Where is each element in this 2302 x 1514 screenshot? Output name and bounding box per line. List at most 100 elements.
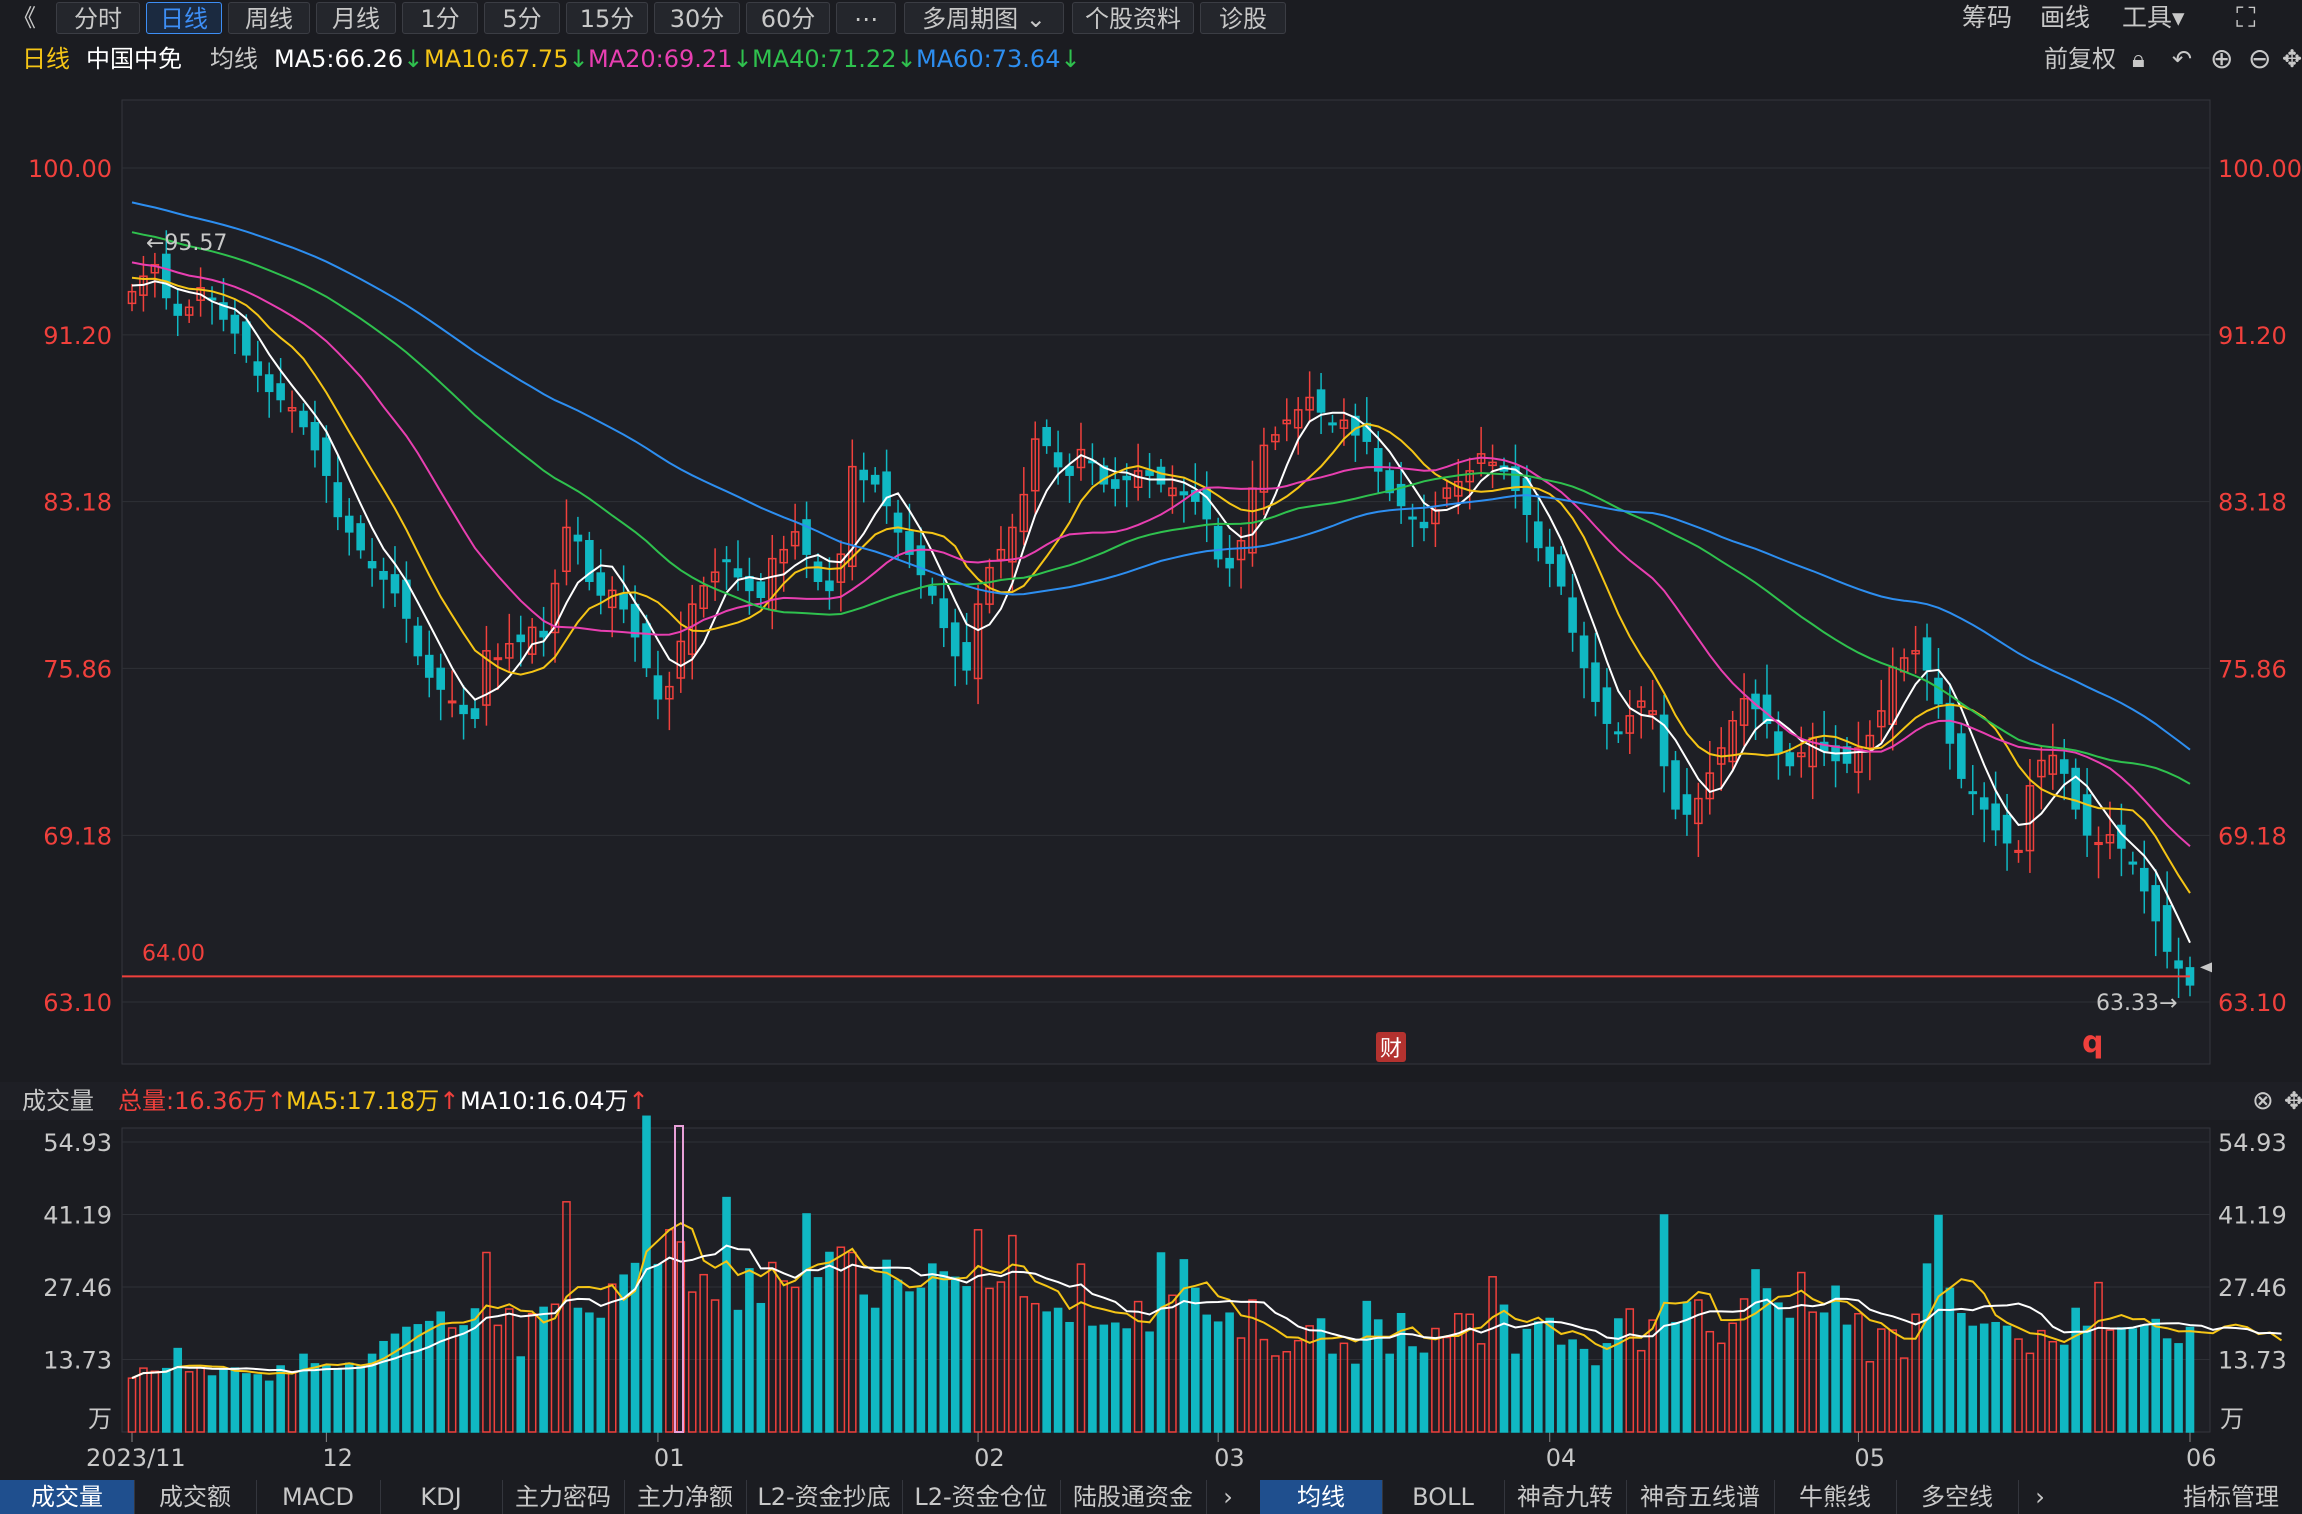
candle-body (1213, 525, 1223, 560)
candle-body (1556, 554, 1566, 587)
volume-bar (1556, 1344, 1566, 1433)
candle-body (2071, 767, 2080, 810)
candle-body (1316, 389, 1326, 413)
candle-body (539, 630, 548, 638)
candle-body (424, 654, 434, 678)
volume-bar (1934, 1214, 1943, 1433)
tab-macd[interactable]: MACD (256, 1480, 381, 1514)
volume-bar (2071, 1307, 2080, 1433)
tab-long-short[interactable]: 多空线 (1896, 1480, 2019, 1514)
volume-bar (253, 1374, 263, 1433)
candle-body (1225, 557, 1234, 569)
candle-body (653, 675, 663, 700)
candle-body (813, 561, 823, 583)
volume-bar (242, 1373, 251, 1433)
tab-td9[interactable]: 神奇九转 (1504, 1480, 1627, 1514)
volume-bar (1316, 1318, 1326, 1433)
volume-bar (299, 1353, 308, 1433)
candle-body (2162, 905, 2172, 952)
candle-body (299, 410, 308, 428)
tab-kdj[interactable]: KDJ (380, 1480, 503, 1514)
volume-bar (653, 1263, 663, 1433)
volume-bar (219, 1369, 228, 1433)
tab-bull-bear[interactable]: 牛熊线 (1774, 1480, 1897, 1514)
volume-bar (870, 1307, 880, 1433)
volume-bar (1156, 1252, 1166, 1433)
q-marker[interactable]: q (2082, 1025, 2103, 1060)
volume-bar (1602, 1343, 1612, 1433)
volume-bar (802, 1213, 811, 1433)
volume-bar (1202, 1314, 1212, 1433)
candle-body (1774, 731, 1783, 754)
price-tick-right: 69.18 (2218, 822, 2287, 850)
candle-body (1156, 466, 1166, 485)
candle-body (264, 374, 274, 393)
x-axis-label: 03 (1214, 1444, 1245, 1472)
volume-bar (2128, 1328, 2138, 1433)
tabs-next2-icon[interactable]: › (2018, 1480, 2062, 1514)
tab-main-net[interactable]: 主力净额 (624, 1480, 747, 1514)
tab-volume[interactable]: 成交量 (0, 1480, 135, 1514)
candle-body (2139, 867, 2149, 892)
candle-body (253, 361, 263, 376)
tab-ma[interactable]: 均线 (1260, 1480, 1383, 1514)
volume-bar (1145, 1331, 1154, 1433)
x-axis-label: 06 (2186, 1444, 2217, 1472)
candle-body (1945, 702, 1955, 744)
tab-5line[interactable]: 神奇五线谱 (1626, 1480, 1775, 1514)
low-price-label: 63.33→ (2096, 991, 2177, 1016)
volume-bar (733, 1309, 743, 1433)
volume-bar (1419, 1352, 1429, 1433)
candle-body (2082, 794, 2092, 836)
volume-tick-left: 13.73 (43, 1347, 112, 1375)
tab-l2-position[interactable]: L2-资金仓位 (902, 1480, 1061, 1514)
kline-chart[interactable]: 100.00 100.00 91.20 91.20 83.18 83.18 75.86 75.… (0, 0, 2302, 1514)
volume-bar (1671, 1321, 1680, 1433)
volume-bar (516, 1356, 526, 1433)
volume-bar (1362, 1300, 1372, 1433)
volume-bar (322, 1365, 331, 1433)
candle-body (1682, 794, 1692, 815)
volume-bar (356, 1364, 365, 1433)
tab-amount[interactable]: 成交额 (134, 1480, 257, 1514)
volume-bar (424, 1320, 434, 1433)
volume-bar (722, 1196, 731, 1433)
candle-body (1328, 422, 1337, 426)
candle-body (870, 474, 880, 485)
tab-boll[interactable]: BOLL (1382, 1480, 1505, 1514)
candle-body (493, 657, 503, 661)
volume-bar (1099, 1324, 1109, 1433)
price-tick-left: 69.18 (43, 822, 112, 850)
price-tick-left: 83.18 (43, 489, 112, 517)
price-tick-left: 75.86 (43, 655, 112, 683)
candle-body (1968, 791, 1978, 795)
volume-bar (2117, 1327, 2126, 1433)
tab-main-chips[interactable]: 主力密码 (502, 1480, 625, 1514)
candle-body (596, 572, 606, 596)
candle-body (962, 642, 971, 671)
candle-body (470, 708, 480, 720)
volume-bar (379, 1340, 388, 1433)
volume-bar (1545, 1317, 1555, 1433)
candle-body (1065, 465, 1074, 476)
candle-body (1545, 546, 1555, 564)
candle-body (1408, 516, 1417, 520)
volume-bar (1819, 1312, 1829, 1433)
volume-bar (1213, 1321, 1223, 1433)
tab-l2-bottom[interactable]: L2-资金抄底 (746, 1480, 903, 1514)
candle-body (344, 515, 354, 533)
volume-unit-left: 万 (88, 1405, 112, 1433)
volume-bar (2185, 1326, 2195, 1433)
candle-body (1179, 491, 1189, 496)
volume-bar (859, 1294, 869, 1433)
candle-body (1591, 662, 1600, 702)
tab-hk-connect[interactable]: 陆股通资金 (1060, 1480, 1207, 1514)
x-axis-label: 04 (1546, 1444, 1577, 1472)
candle-body (1934, 677, 1943, 705)
candle-body (459, 704, 468, 715)
volume-bar (745, 1268, 754, 1433)
indicator-manage-button[interactable]: 指标管理 (2160, 1480, 2302, 1514)
tabs-next-icon[interactable]: › (1206, 1480, 1250, 1514)
candle-body (516, 634, 526, 643)
candle-body (379, 570, 388, 580)
